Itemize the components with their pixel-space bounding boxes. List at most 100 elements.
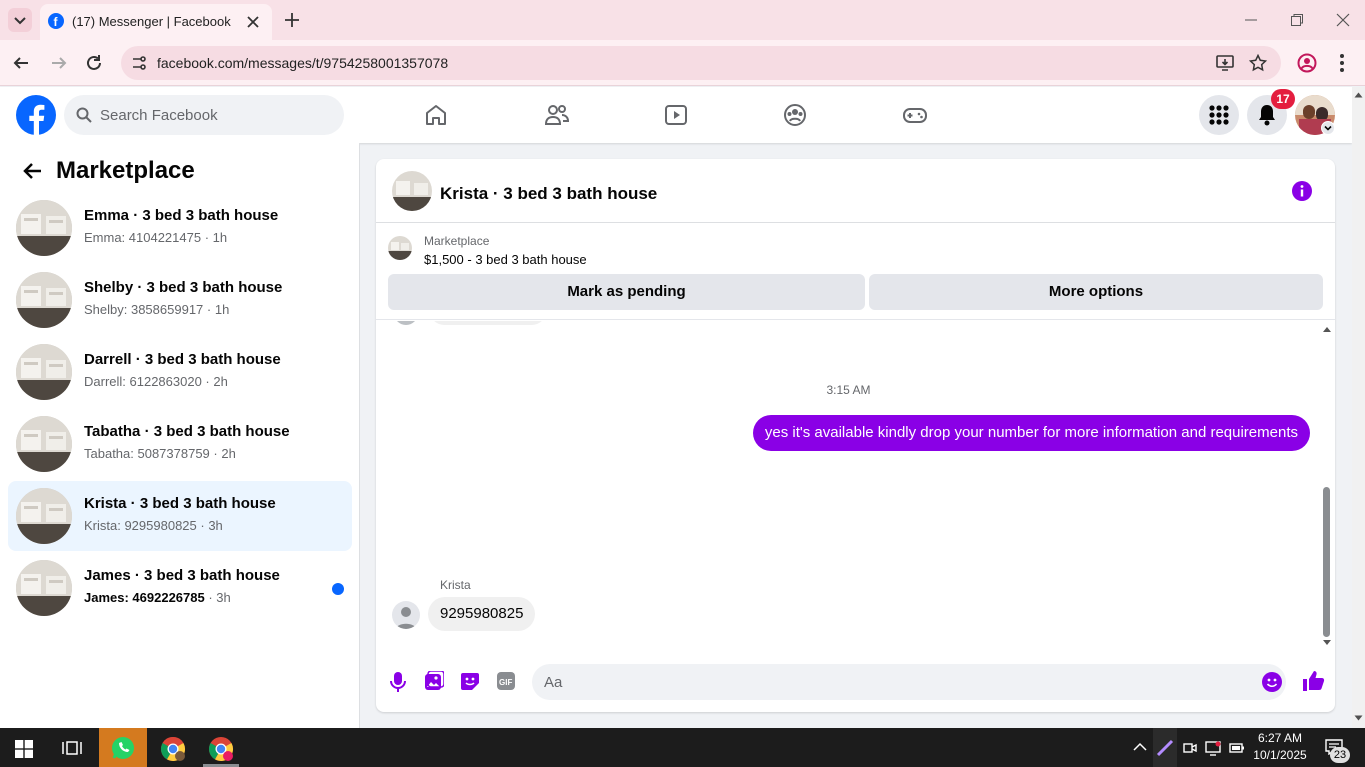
gif-icon[interactable]: GIF (496, 671, 516, 691)
back-arrow-icon[interactable] (22, 162, 42, 180)
bookmark-star-icon[interactable] (1249, 54, 1267, 72)
gaming-icon[interactable] (902, 103, 928, 127)
search-bar[interactable]: Search Facebook (64, 95, 344, 135)
clock-date[interactable]: 10/1/2025 (1250, 748, 1310, 762)
menu-button[interactable] (1199, 95, 1239, 135)
minimize-icon[interactable] (1244, 13, 1258, 27)
chrome-icon[interactable] (160, 736, 186, 762)
listing-label: Marketplace (424, 234, 490, 248)
reload-icon[interactable] (85, 54, 103, 72)
message-fragment (430, 321, 546, 325)
chat-thumbnail[interactable] (392, 171, 432, 211)
bell-icon (1259, 105, 1275, 126)
battery-icon[interactable] (1229, 741, 1245, 755)
sidebar-title: Marketplace (56, 157, 195, 184)
tab-title: (17) Messenger | Facebook (72, 14, 231, 29)
mark-as-pending-button[interactable]: Mark as pending (388, 274, 865, 310)
scroll-up-icon[interactable] (1322, 325, 1332, 333)
conversation-time: · 3h (204, 590, 231, 605)
message-thread[interactable]: 3:15 AM yes it's available kindly drop y… (376, 321, 1335, 651)
conversation-time: · 1h (203, 302, 230, 317)
network-icon[interactable] (1205, 740, 1221, 756)
sender-avatar[interactable] (392, 601, 420, 629)
video-icon[interactable] (664, 103, 688, 127)
thread-scrollbar[interactable] (1322, 325, 1332, 647)
home-icon[interactable] (424, 103, 448, 127)
conversation-preview-line: James: 4692226785 · 3h (84, 590, 231, 605)
listing-thumbnail[interactable] (388, 236, 412, 260)
listing-title[interactable]: $1,500 - 3 bed 3 bath house (424, 252, 587, 267)
conversation-thumbnail (16, 344, 72, 400)
friends-icon[interactable] (544, 103, 570, 127)
more-options-button[interactable]: More options (869, 274, 1323, 310)
menu-grid-icon (1209, 105, 1229, 125)
pen-tray-item[interactable] (1153, 728, 1177, 767)
facebook-logo-icon[interactable] (16, 95, 56, 135)
conversation-preview: Emma: 4104221475 (84, 230, 202, 245)
conversation-name: Tabatha · 3 bed 3 bath house (84, 423, 290, 440)
forward-icon[interactable] (50, 54, 68, 72)
meet-now-icon[interactable] (1183, 741, 1197, 755)
default-user-icon (396, 607, 416, 629)
windows-start-icon[interactable] (15, 740, 33, 758)
incoming-message[interactable]: 9295980825 (428, 597, 536, 631)
conversation-item[interactable]: Emma · 3 bed 3 bath house Emma: 410422147… (8, 193, 352, 263)
chat-title[interactable]: Krista · 3 bed 3 bath house (440, 184, 657, 204)
restore-icon[interactable] (1290, 13, 1304, 27)
groups-icon[interactable] (783, 103, 807, 127)
house-photo-icon (16, 560, 72, 616)
new-tab-icon[interactable] (284, 12, 300, 28)
close-tab-icon[interactable] (246, 15, 260, 29)
avatar-fragment (394, 321, 418, 325)
search-placeholder: Search Facebook (100, 107, 218, 124)
conversation-preview: Tabatha: 5087378759 (84, 446, 210, 461)
listing-bar: Marketplace $1,500 - 3 bed 3 bath house … (376, 224, 1335, 320)
info-icon[interactable] (1292, 181, 1312, 201)
sender-name: Krista (440, 578, 471, 592)
close-window-icon[interactable] (1336, 13, 1350, 27)
search-icon (76, 107, 92, 123)
show-hidden-icons-icon[interactable] (1133, 742, 1147, 752)
emoji-icon[interactable] (1262, 672, 1282, 692)
photo-icon[interactable] (424, 671, 444, 691)
conversation-item[interactable]: Krista · 3 bed 3 bath house Krista: 92959… (8, 481, 352, 551)
message-timestamp: 3:15 AM (826, 383, 871, 397)
conversation-name: Krista · 3 bed 3 bath house (84, 495, 276, 512)
thread-scroll-thumb[interactable] (1323, 487, 1330, 637)
conversation-preview-line: Tabatha: 5087378759 · 2h (84, 446, 236, 461)
install-app-icon[interactable] (1216, 54, 1234, 72)
back-icon[interactable] (12, 54, 30, 72)
conversation-item[interactable]: James · 3 bed 3 bath house James: 4692226… (8, 553, 352, 623)
task-view-icon[interactable] (62, 739, 82, 757)
message-input[interactable]: Aa (532, 664, 1286, 700)
scroll-down-icon[interactable] (1322, 639, 1332, 647)
conversation-preview: James: 4692226785 (84, 590, 205, 605)
house-photo-icon (392, 171, 432, 211)
house-photo-icon (16, 272, 72, 328)
conversation-item[interactable]: Tabatha · 3 bed 3 bath house Tabatha: 508… (8, 409, 352, 479)
tab-search-button[interactable] (8, 8, 32, 32)
whatsapp-taskbar-item[interactable] (99, 728, 147, 767)
scroll-up-icon[interactable] (1354, 91, 1363, 98)
page-scrollbar[interactable] (1352, 87, 1365, 728)
microphone-icon[interactable] (390, 671, 406, 693)
browser-tab-messenger[interactable]: f (17) Messenger | Facebook (40, 4, 272, 40)
house-photo-icon (16, 488, 72, 544)
browser-tabstrip: f (17) Messenger | Facebook (0, 0, 1365, 40)
address-bar[interactable]: facebook.com/messages/t/9754258001357078 (121, 46, 1281, 80)
outgoing-message[interactable]: yes it's available kindly drop your numb… (752, 415, 1310, 451)
profile-icon[interactable] (1297, 53, 1317, 73)
site-info-icon[interactable] (131, 55, 147, 71)
scroll-down-icon[interactable] (1354, 715, 1363, 722)
clock-time[interactable]: 6:27 AM (1250, 731, 1310, 745)
browser-menu-icon[interactable] (1338, 53, 1346, 73)
sticker-icon[interactable] (460, 671, 480, 691)
thumbs-up-icon[interactable] (1301, 669, 1325, 693)
conversation-preview-line: Krista: 9295980825 · 3h (84, 518, 223, 533)
conversation-item[interactable]: Darrell · 3 bed 3 bath house Darrell: 612… (8, 337, 352, 407)
conversation-time: · 3h (196, 518, 223, 533)
chrome-profile-taskbar-item[interactable] (200, 728, 242, 767)
account-dropdown[interactable] (1321, 121, 1335, 135)
conversation-item[interactable]: Shelby · 3 bed 3 bath house Shelby: 38586… (8, 265, 352, 335)
notification-center-badge: 23 (1330, 747, 1350, 763)
